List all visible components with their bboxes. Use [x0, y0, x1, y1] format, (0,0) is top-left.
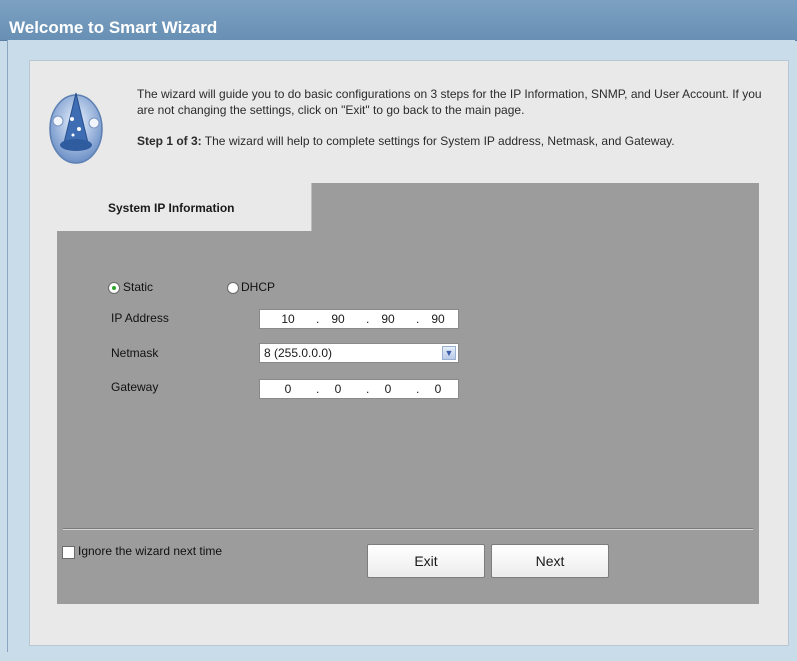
octet-separator: .	[416, 382, 420, 396]
step-description: Step 1 of 3: The wizard will help to com…	[137, 133, 777, 149]
gateway-label: Gateway	[111, 380, 159, 394]
static-label[interactable]: Static	[123, 280, 153, 294]
ip-octet-4[interactable]: 90	[424, 312, 452, 326]
next-button[interactable]: Next	[491, 544, 609, 578]
step-label: Step 1 of 3:	[137, 134, 202, 148]
gateway-octet-2[interactable]: 0	[324, 382, 352, 396]
netmask-value: 8 (255.0.0.0)	[264, 346, 333, 360]
octet-separator: .	[416, 312, 420, 326]
octet-separator: .	[366, 312, 370, 326]
tab-label[interactable]: System IP Information	[108, 201, 234, 215]
ip-address-field[interactable]: 10 . 90 . 90 . 90	[259, 309, 459, 329]
ip-octet-2[interactable]: 90	[324, 312, 352, 326]
exit-button[interactable]: Exit	[367, 544, 485, 578]
octet-separator: .	[316, 382, 320, 396]
static-radio[interactable]	[108, 282, 120, 294]
netmask-label: Netmask	[111, 346, 159, 360]
octet-separator: .	[316, 312, 320, 326]
gateway-octet-1[interactable]: 0	[274, 382, 302, 396]
gateway-field[interactable]: 0 . 0 . 0 . 0	[259, 379, 459, 399]
ip-octet-3[interactable]: 90	[374, 312, 402, 326]
chevron-down-icon[interactable]: ▼	[442, 346, 456, 360]
title-bar: Welcome to Smart Wizard	[0, 0, 797, 41]
tab-divider	[311, 183, 312, 231]
page-title: Welcome to Smart Wizard	[9, 18, 218, 37]
radio-selected-dot	[112, 286, 116, 290]
ignore-wizard-checkbox[interactable]	[62, 546, 75, 559]
divider	[63, 528, 753, 530]
wizard-icon	[49, 92, 103, 164]
ip-octet-1[interactable]: 10	[274, 312, 302, 326]
gateway-octet-4[interactable]: 0	[424, 382, 452, 396]
ignore-wizard-label[interactable]: Ignore the wizard next time	[78, 544, 222, 558]
octet-separator: .	[366, 382, 370, 396]
dhcp-radio[interactable]	[227, 282, 239, 294]
netmask-select[interactable]: 8 (255.0.0.0) ▼	[259, 343, 459, 363]
wizard-description: The wizard will guide you to do basic co…	[137, 87, 762, 117]
dhcp-label[interactable]: DHCP	[241, 280, 275, 294]
gateway-octet-3[interactable]: 0	[374, 382, 402, 396]
step-text: The wizard will help to complete setting…	[201, 134, 675, 148]
ip-address-label: IP Address	[111, 311, 169, 325]
